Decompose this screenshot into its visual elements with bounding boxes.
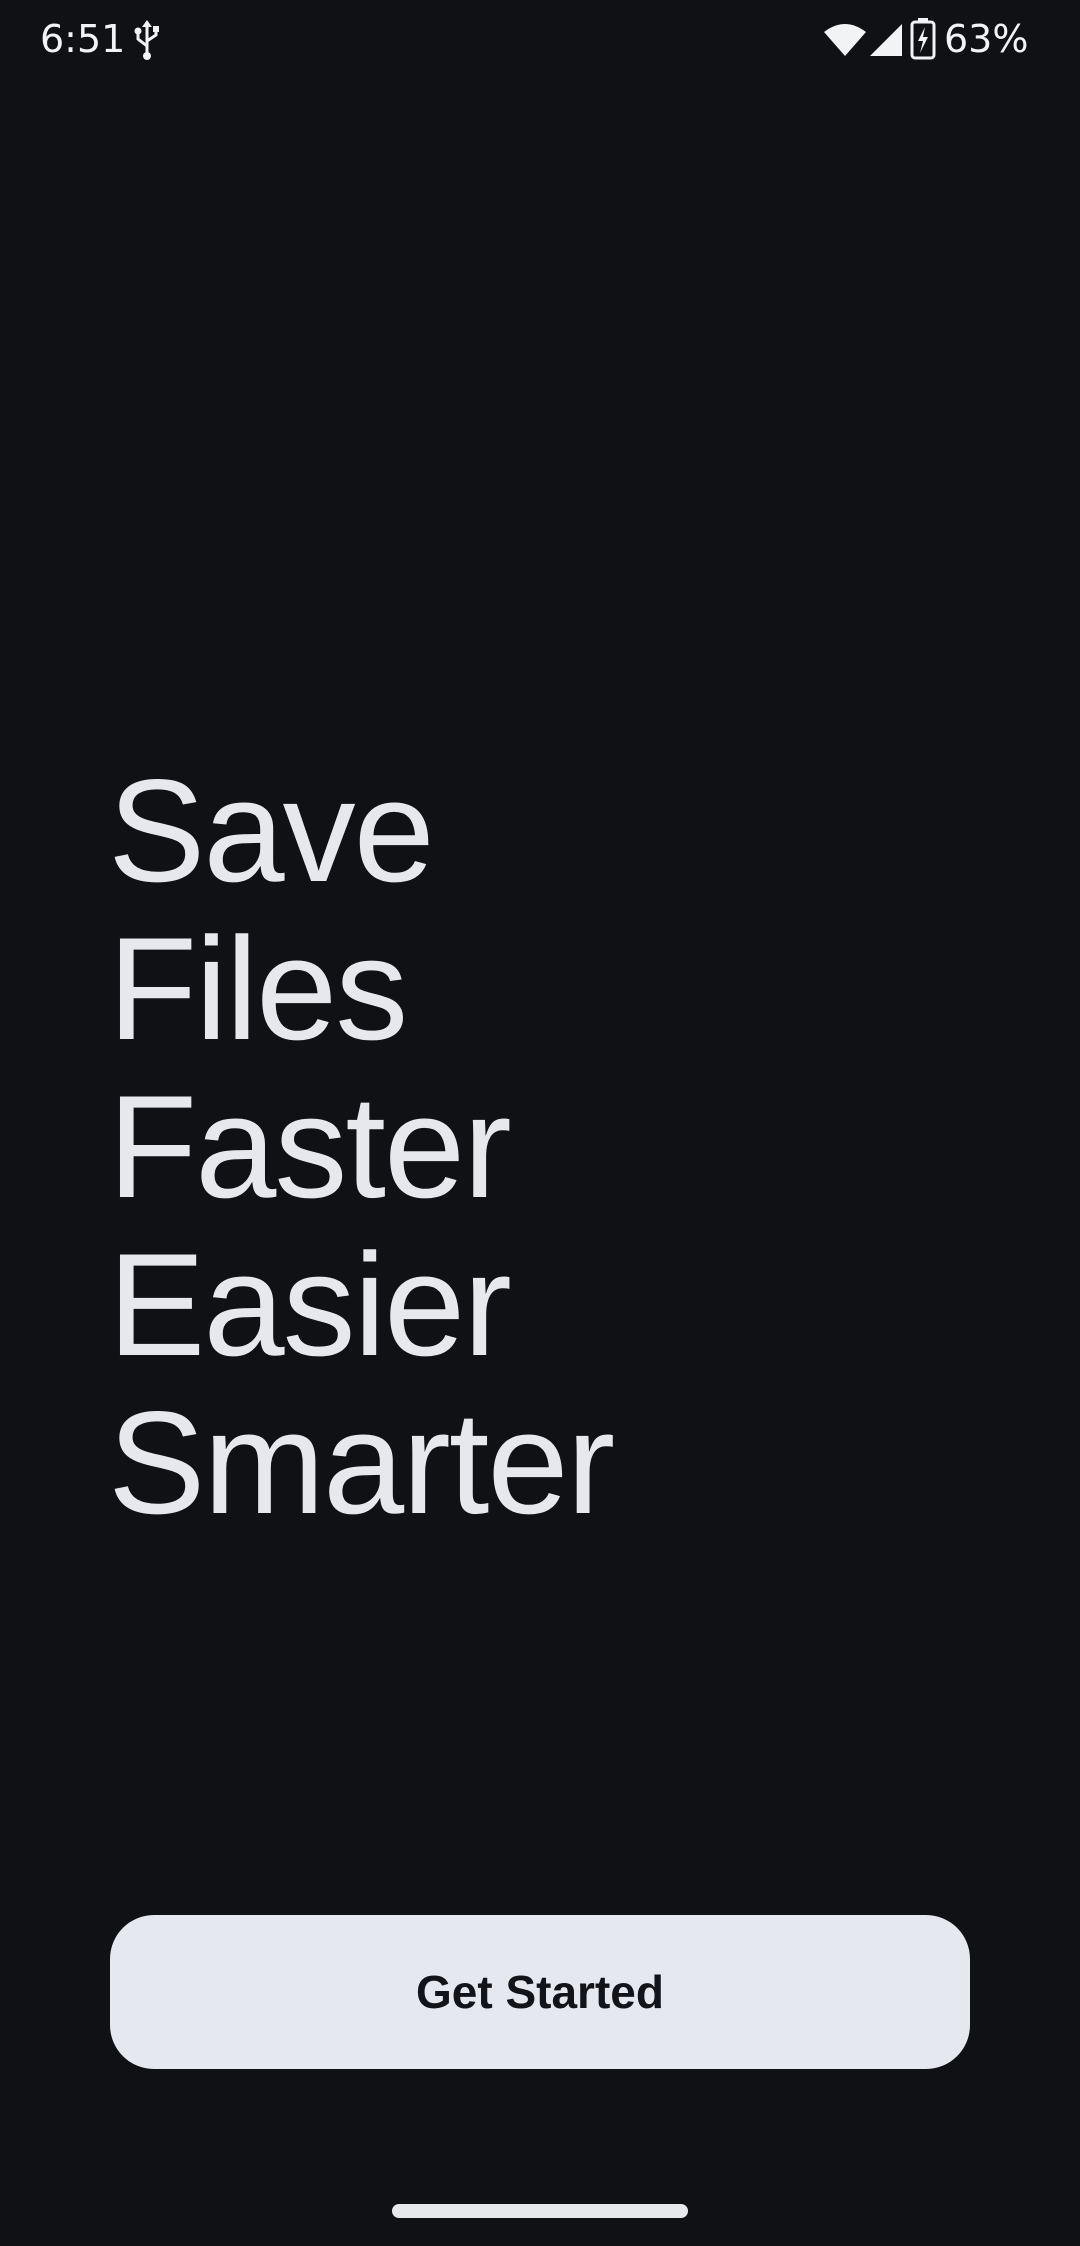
cell-signal-icon: [868, 22, 904, 58]
hero-line-faster: Faster: [108, 1065, 512, 1228]
get-started-button[interactable]: Get Started: [110, 1915, 970, 2069]
hero-line-files: Files: [108, 907, 408, 1070]
status-time: 6:51: [40, 17, 126, 61]
hero-line-smarter: Smarter: [108, 1381, 615, 1544]
wifi-icon: [822, 22, 868, 58]
usb-icon: [130, 20, 164, 60]
hero-line-save: Save: [108, 749, 435, 912]
status-bar: 6:51 63%: [0, 0, 1080, 80]
home-indicator[interactable]: [392, 2204, 688, 2218]
hero-line-easier: Easier: [108, 1223, 512, 1386]
battery-charging-icon: [910, 18, 936, 60]
hero-headline: Save Files Faster Easier Smarter: [108, 752, 1008, 1542]
battery-percent: 63%: [944, 17, 1029, 61]
